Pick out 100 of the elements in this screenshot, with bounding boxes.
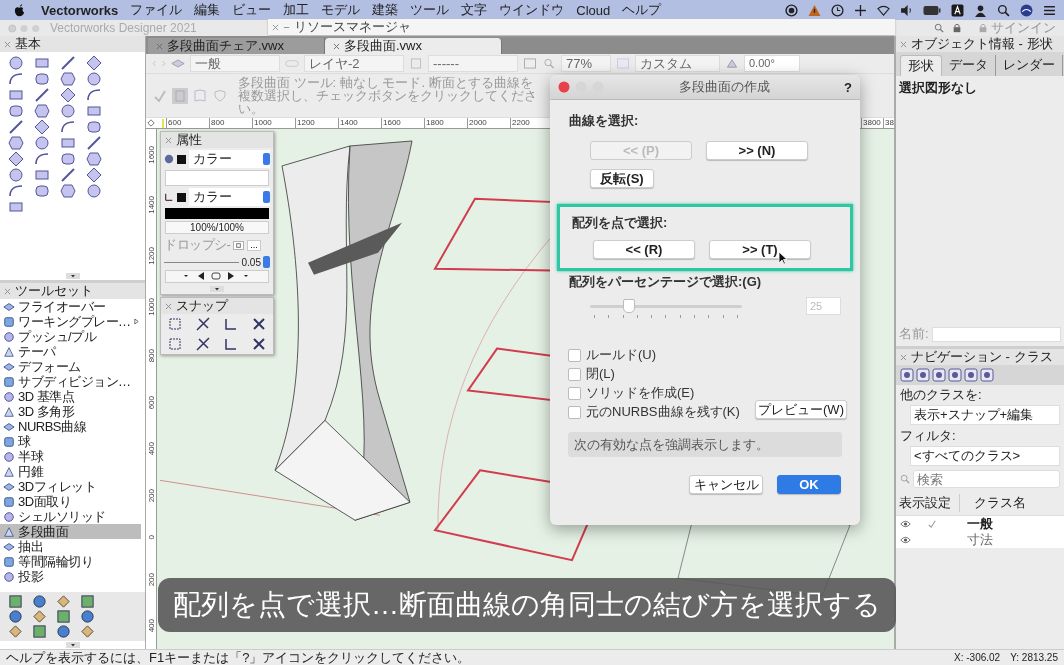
view-dropdown[interactable]: ------ <box>428 55 518 72</box>
section-label: 曲線を選択: <box>569 112 640 130</box>
toolset-item[interactable]: ワーキングプレー… <box>0 314 141 329</box>
ruler-label: 0 <box>146 535 156 540</box>
menu-item[interactable]: ヘルプ <box>616 1 668 19</box>
toolset-item[interactable]: 多段曲面 <box>0 524 141 539</box>
ruler-label: 600 <box>146 395 156 409</box>
column-header[interactable]: クラス名 <box>960 494 1026 512</box>
y-coordinate: Y: 2813.25 <box>1010 652 1058 663</box>
ruler-label: 1600 <box>381 118 424 128</box>
toolset-item[interactable]: NURBS曲線 <box>0 419 141 434</box>
toolset-item[interactable]: 投影 <box>0 569 141 584</box>
menu-item[interactable]: 建築 <box>366 1 405 19</box>
toolset-item[interactable]: サブディビジョン… <box>0 374 141 389</box>
layer-dropdown[interactable]: レイヤ-2 <box>304 55 404 72</box>
panel-title: ナビゲーション - クラス <box>911 348 1053 366</box>
toolset-item[interactable]: 等間隔輪切り <box>0 554 141 569</box>
step-button[interactable]: >> (N) <box>706 141 808 160</box>
drop-shadow-label: ドロップシ- <box>164 236 231 254</box>
visibility-dropdown[interactable]: 表示+スナップ+編集 <box>910 405 1060 425</box>
field-label: 他のクラスを: <box>900 386 983 404</box>
caption: 配列を点で選択…断面曲線の角同士の結び方を選択する <box>158 578 896 632</box>
reverse-button[interactable]: 反転(S) <box>590 169 654 188</box>
ruler-label: 1800 <box>424 118 467 128</box>
ruler-label: 1200 <box>295 118 338 128</box>
panel-tab[interactable]: 形状 <box>900 55 942 76</box>
pen-style-dropdown[interactable]: カラー <box>189 188 270 206</box>
search-field[interactable]: 検索 <box>913 470 1060 488</box>
menu-item[interactable]: Cloud <box>570 2 617 18</box>
filter-dropdown[interactable]: <すべてのクラス> <box>910 446 1060 466</box>
column-header[interactable]: 表示設定 <box>899 494 960 512</box>
fill-style-dropdown[interactable]: カラー <box>189 150 270 168</box>
toolset-item[interactable]: デフォーム <box>0 359 141 374</box>
palette-title: 属性 <box>176 131 202 149</box>
ruler-label: 800 <box>209 118 252 128</box>
more-button[interactable]: ... <box>247 239 261 251</box>
section-label: 配列を点で選択: <box>572 215 668 230</box>
toolset-item[interactable]: 抽出 <box>0 539 141 554</box>
tool-hint: 多段曲面 ツール: 軸なし モード. 断面とする曲線を複数選択し、チェックボタンをクリックしてください。 <box>238 76 538 115</box>
preview-button[interactable]: プレビュー(W) <box>755 400 847 419</box>
document-tab[interactable]: 多段曲面.vwx <box>325 38 502 54</box>
toolset-item[interactable]: プッシュ/プル <box>0 329 141 344</box>
ruler-label: 200 <box>146 488 156 502</box>
ruler-label: 200 <box>146 572 156 586</box>
info-text: 次の有効な点を強調表示します。 <box>574 437 769 452</box>
ok-button[interactable]: OK <box>777 475 841 494</box>
menu-item[interactable]: ツール <box>404 1 456 19</box>
panel-tab[interactable]: データ <box>942 55 996 76</box>
toolset-item[interactable]: 3D 多角形 <box>0 404 141 419</box>
x-coordinate: X: -306.02 <box>954 652 1001 663</box>
name-label: 名前: <box>899 325 929 343</box>
ruler-label: 1400 <box>146 196 156 215</box>
help-button[interactable]: ? <box>844 79 852 95</box>
palette-title: ツールセット <box>15 282 93 300</box>
toolset-item[interactable]: フライオーバー <box>0 299 141 314</box>
toolset-item[interactable]: 半球 <box>0 449 141 464</box>
cancel-button[interactable]: キャンセル <box>689 475 763 494</box>
opacity-button[interactable]: 100%/100% <box>165 221 269 234</box>
panel-title: オブジェクト情報 - 形状 <box>911 35 1053 53</box>
menu-item[interactable]: ファイル <box>124 1 189 19</box>
toolset-item[interactable]: 円錐 <box>0 464 141 479</box>
panel-tab[interactable]: レンダー <box>996 55 1063 76</box>
document-tab[interactable]: 多段曲面チェア.vwx <box>148 38 325 54</box>
option-checkbox[interactable]: ルールド(U) <box>568 347 751 363</box>
menu-item[interactable]: ウインドウ <box>493 1 571 19</box>
render-dropdown[interactable]: カスタム <box>635 55 720 72</box>
ruler-label: 1400 <box>338 118 381 128</box>
menu-item[interactable]: 文字 <box>455 1 494 19</box>
option-checkbox[interactable]: ソリッドを作成(E) <box>568 385 751 401</box>
toolset-item[interactable]: 3D面取り <box>0 494 141 509</box>
toolset-item[interactable]: 球 <box>0 434 141 449</box>
ruler-label: 3800 <box>861 118 883 128</box>
menu-item[interactable]: 編集 <box>188 1 227 19</box>
ruler-label: 1200 <box>146 247 156 266</box>
angle-field[interactable]: 0.00° <box>744 55 800 72</box>
line-weight-dropdown[interactable]: 0.05 <box>241 256 270 268</box>
menu-item[interactable]: モデル <box>315 1 367 19</box>
app-menu[interactable]: Vectorworks <box>35 2 125 18</box>
menu-item[interactable]: 加工 <box>277 1 316 19</box>
toolset-item[interactable]: 3Dフィレット <box>0 479 141 494</box>
ruler-label: 400 <box>146 442 156 456</box>
dialog-title: 多段曲面の作成 <box>677 78 771 96</box>
ruler-label: 800 <box>146 349 156 363</box>
ruler-label: 2000 <box>467 118 510 128</box>
step-button[interactable]: << (R) <box>593 240 695 259</box>
toolset-item[interactable]: 3D 基準点 <box>0 389 141 404</box>
palette-title: スナップ <box>176 297 228 315</box>
menu-item[interactable]: ビュー <box>226 1 278 19</box>
ruler-label: 400 <box>146 619 156 633</box>
toolset-item[interactable]: テーパ <box>0 344 141 359</box>
panel-title: リソースマネージャ <box>294 18 411 36</box>
step-button[interactable]: >> (T) <box>709 240 811 259</box>
toolset-item[interactable]: シェルソリッド <box>0 509 141 524</box>
palette-title: 基本 <box>15 35 41 53</box>
ruler-label: 1000 <box>252 118 295 128</box>
option-checkbox[interactable]: 元のNURBS曲線を残す(K) <box>568 404 751 420</box>
zoom-dropdown[interactable]: 77% <box>561 55 611 72</box>
option-checkbox[interactable]: 閉(L) <box>568 366 751 382</box>
window-title: Vectorworks Designer 2021 <box>50 21 197 35</box>
class-dropdown[interactable]: 一般 <box>190 55 280 72</box>
